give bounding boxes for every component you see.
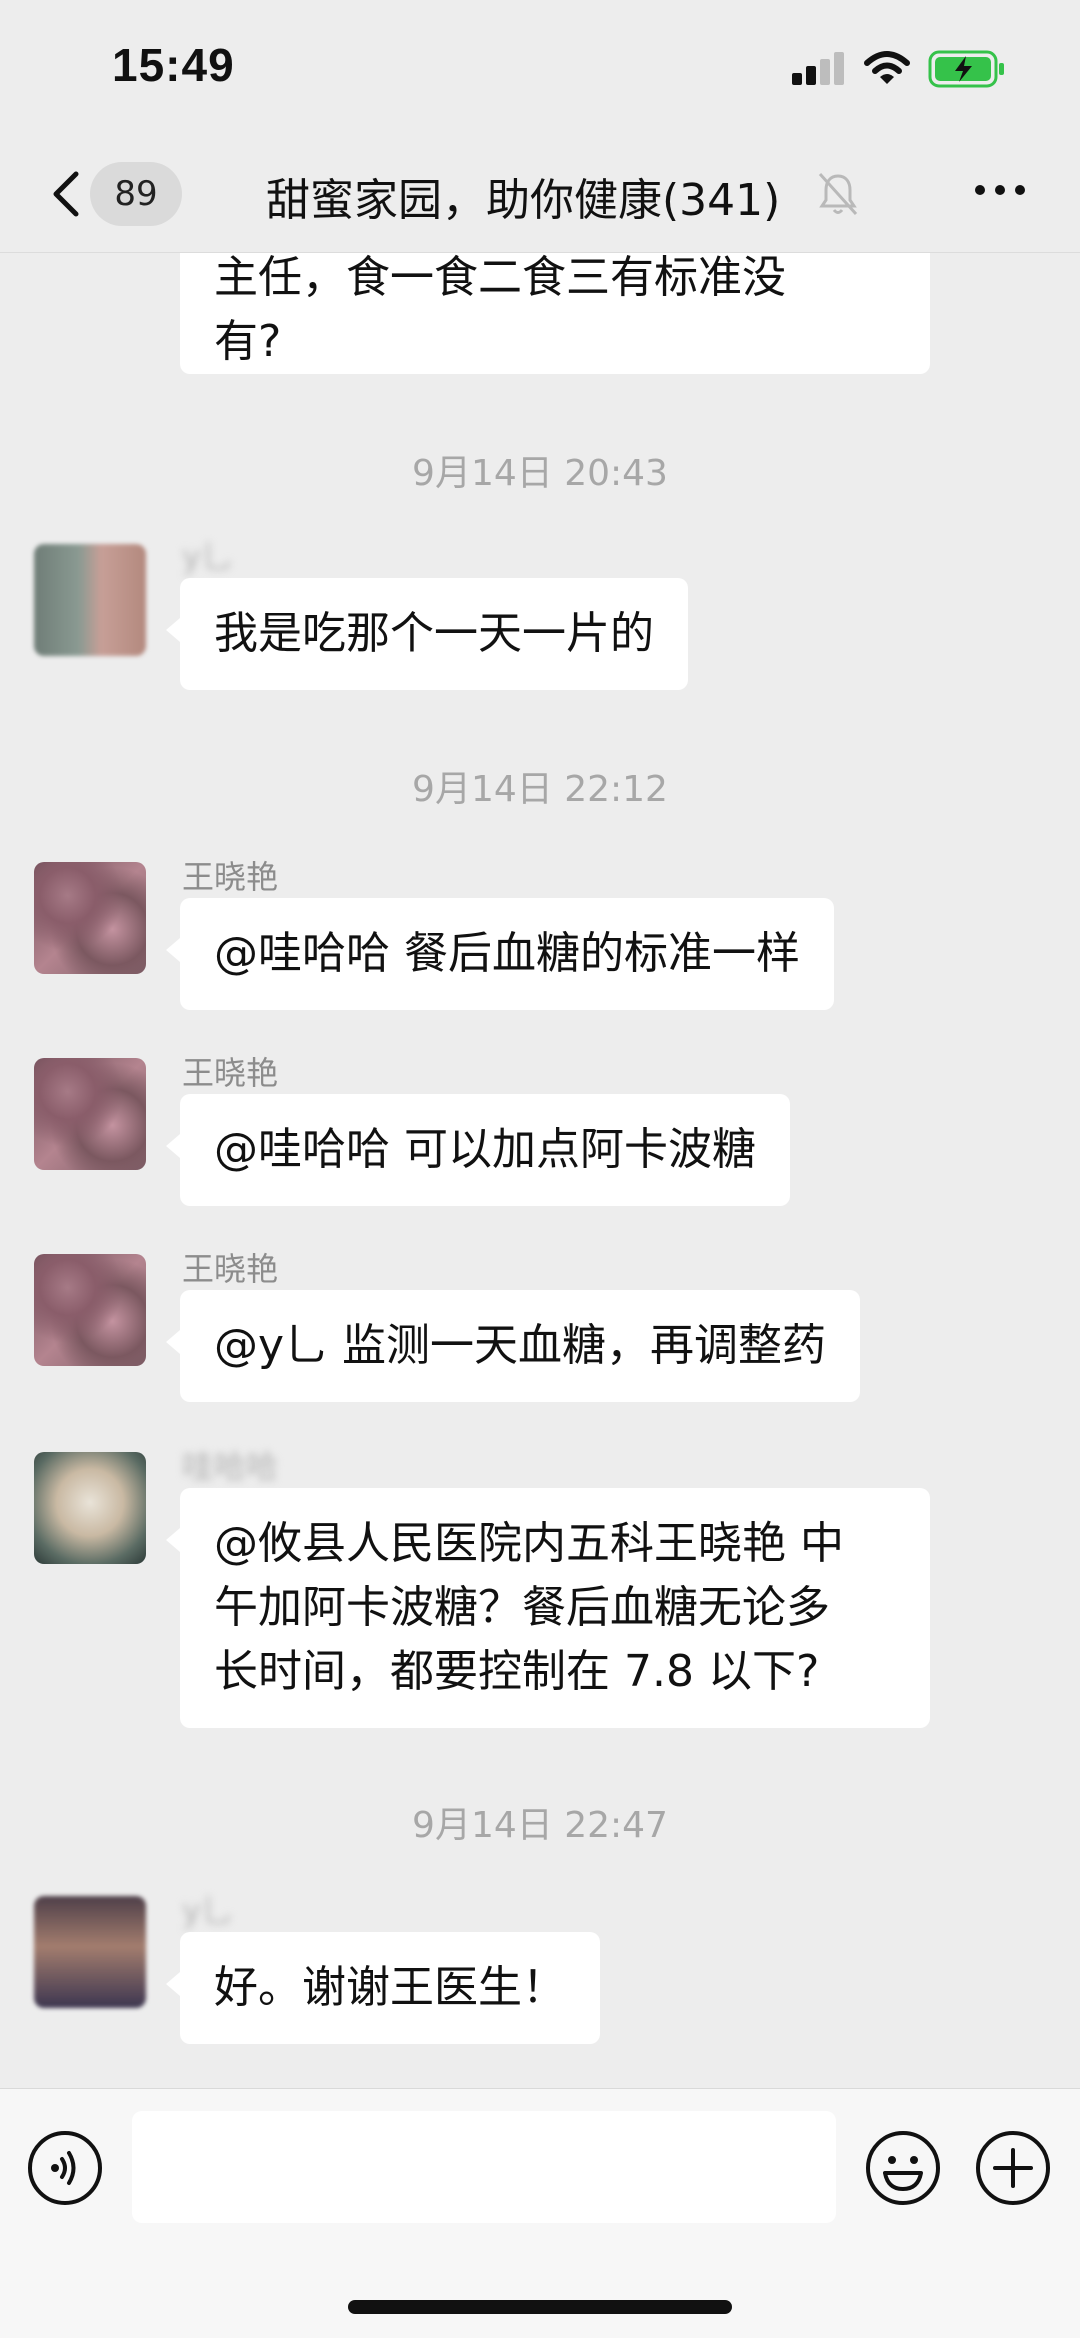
message-line: @y乚 监测一天血糖，再调整药 bbox=[214, 1320, 827, 1371]
sender-name: 王晓艳 bbox=[182, 1250, 279, 1288]
avatar[interactable] bbox=[34, 1896, 146, 2008]
sender-name: y乚 bbox=[182, 538, 233, 576]
message-line: 长时间，都要控制在 7.8 以下? bbox=[214, 1646, 820, 1697]
voice-icon[interactable] bbox=[26, 2129, 104, 2207]
mute-icon bbox=[818, 172, 858, 216]
message-bubble[interactable]: 好。谢谢王医生！ bbox=[166, 1932, 600, 2044]
message-bubble[interactable]: @哇哈哈 可以加点阿卡波糖 bbox=[166, 1094, 790, 1206]
message-line: 午加阿卡波糖？餐后血糖无论多 bbox=[214, 1582, 830, 1633]
home-indicator[interactable] bbox=[348, 2300, 732, 2314]
signal-icon bbox=[792, 52, 844, 85]
message-line: 主任，食一食二食三有标准没 bbox=[214, 252, 786, 303]
status-icons bbox=[792, 50, 1006, 88]
more-icon[interactable] bbox=[972, 178, 1028, 202]
sender-name: 王晓艳 bbox=[182, 858, 279, 896]
message-bubble[interactable]: 主任，食一食二食三有标准没 有? bbox=[180, 252, 930, 374]
message-line: @哇哈哈 餐后血糖的标准一样 bbox=[214, 928, 800, 979]
avatar[interactable] bbox=[34, 1452, 146, 1564]
sender-name: y乚 bbox=[182, 1892, 233, 1930]
timestamp: 9月14日 20:43 bbox=[412, 453, 668, 494]
avatar[interactable] bbox=[34, 1254, 146, 1366]
unread-count-badge[interactable]: 89 bbox=[90, 162, 182, 226]
message-list[interactable]: 主任，食一食二食三有标准没 有? 9月14日 20:43 y乚 我是吃那个一天一… bbox=[0, 252, 1080, 2088]
plus-icon[interactable] bbox=[974, 2129, 1052, 2207]
status-bar: 15:49 bbox=[0, 0, 1080, 140]
avatar[interactable] bbox=[34, 862, 146, 974]
chat-header: 89 甜蜜家园，助你健康(341) bbox=[0, 140, 1080, 253]
message-bubble[interactable]: @y乚 监测一天血糖，再调整药 bbox=[165, 1290, 861, 1402]
message-bubble[interactable]: 我是吃那个一天一片的 bbox=[166, 578, 688, 690]
avatar[interactable] bbox=[34, 1058, 146, 1170]
message-line: 我是吃那个一天一片的 bbox=[214, 608, 654, 659]
wifi-icon bbox=[864, 51, 910, 84]
message-line: @攸县人民医院内五科王晓艳 中 bbox=[214, 1518, 844, 1569]
message-line: 有? bbox=[214, 316, 282, 367]
battery-icon bbox=[928, 50, 1004, 88]
sender-name: 哇哈哈 bbox=[182, 1448, 279, 1486]
message-bubble[interactable]: @哇哈哈 餐后血糖的标准一样 bbox=[166, 898, 834, 1010]
message-bubble[interactable]: @攸县人民医院内五科王晓艳 中 午加阿卡波糖？餐后血糖无论多 长时间，都要控制在… bbox=[166, 1488, 930, 1728]
timestamp: 9月14日 22:12 bbox=[412, 769, 668, 810]
emoji-icon[interactable] bbox=[864, 2129, 942, 2207]
chat-title[interactable]: 甜蜜家园，助你健康(341) bbox=[266, 164, 780, 228]
message-line: 好。谢谢王医生！ bbox=[214, 1962, 566, 2013]
timestamp: 9月14日 22:47 bbox=[412, 1805, 668, 1846]
sender-name: 王晓艳 bbox=[182, 1054, 279, 1092]
avatar[interactable] bbox=[34, 544, 146, 656]
status-time: 15:49 bbox=[112, 39, 235, 91]
message-input[interactable] bbox=[132, 2111, 836, 2223]
message-line: @哇哈哈 可以加点阿卡波糖 bbox=[214, 1124, 756, 1175]
